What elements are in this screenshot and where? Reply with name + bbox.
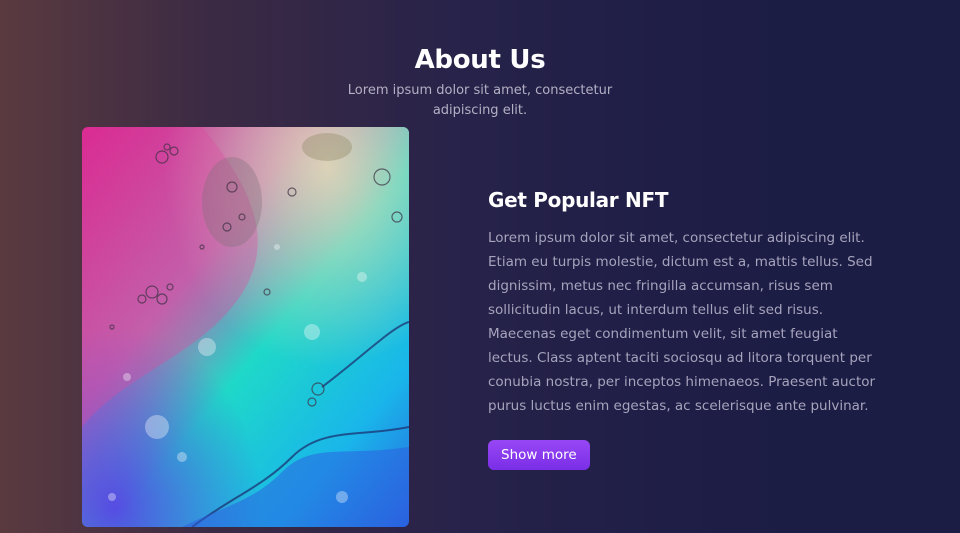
feature-image (82, 127, 409, 527)
section-subtitle: Lorem ipsum dolor sit amet, consectetur … (347, 83, 613, 118)
abstract-bubbles-image (82, 127, 409, 527)
section-title: About Us (414, 45, 546, 76)
feature-content: Get Popular NFT Lorem ipsum dolor sit am… (488, 188, 888, 470)
feature-heading: Get Popular NFT (488, 188, 669, 212)
show-more-button[interactable]: Show more (488, 440, 590, 470)
feature-paragraph: Lorem ipsum dolor sit amet, consectetur … (488, 230, 876, 414)
